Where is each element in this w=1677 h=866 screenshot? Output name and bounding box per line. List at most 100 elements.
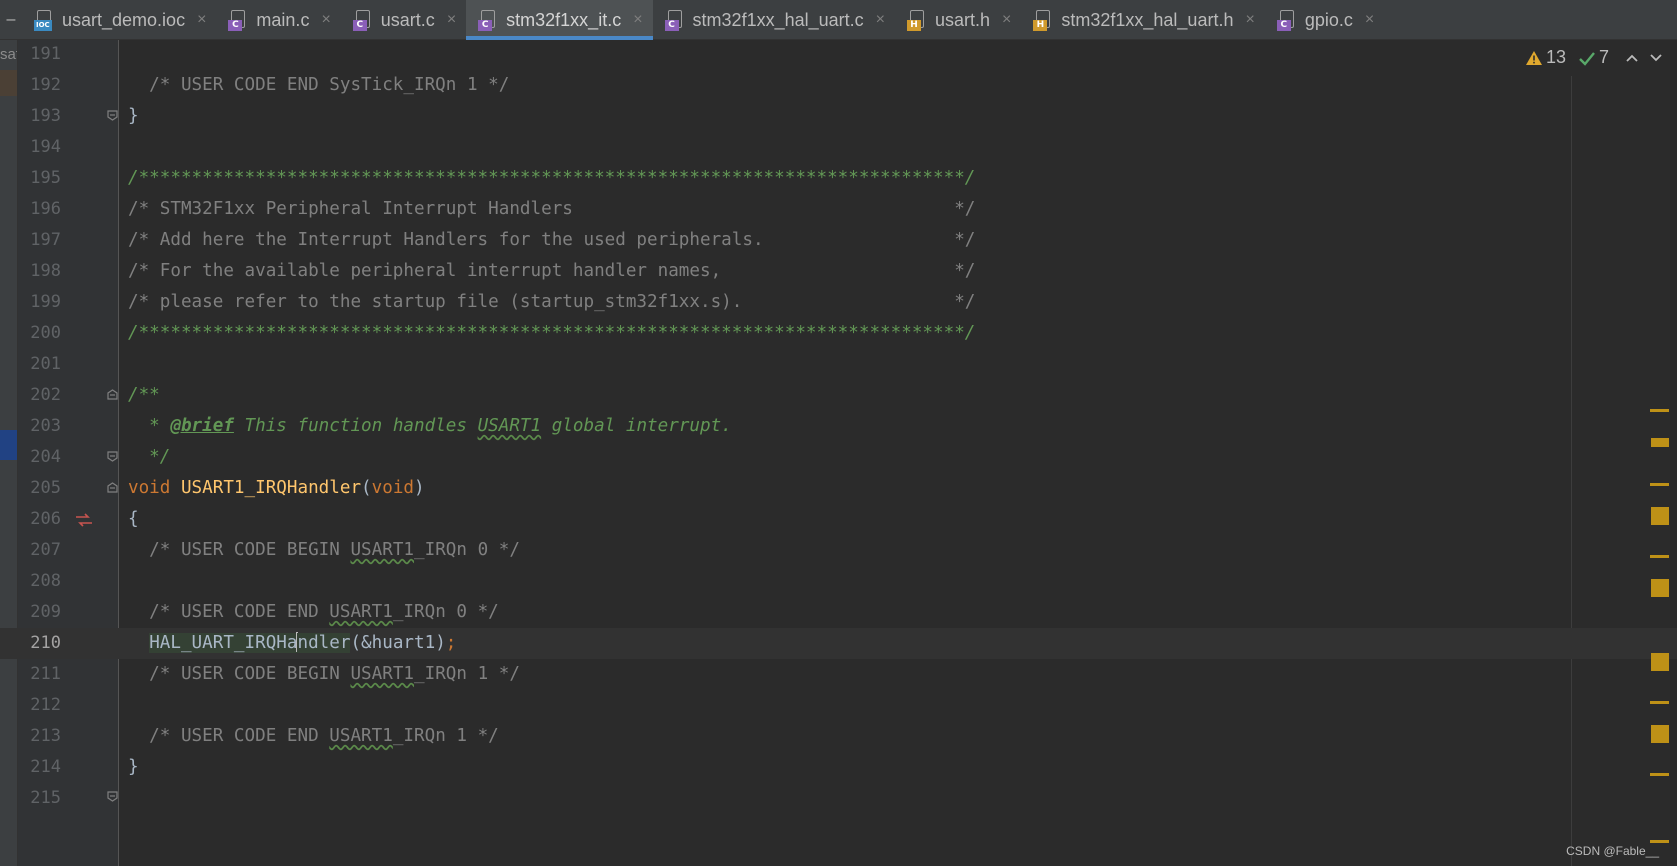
line-number[interactable]: 195: [18, 163, 61, 194]
line-number[interactable]: 198: [18, 256, 61, 287]
code-line[interactable]: 198 /* For the available peripheral inter…: [0, 256, 1677, 287]
tab-usart-h[interactable]: Husart.h ×: [895, 0, 1021, 40]
close-tab-icon[interactable]: ×: [1002, 11, 1011, 29]
line-number[interactable]: 200: [18, 318, 61, 349]
line-number[interactable]: 207: [18, 535, 61, 566]
warning-stripe-mark[interactable]: [1650, 409, 1669, 412]
close-tab-icon[interactable]: ×: [1245, 11, 1254, 29]
code-token: (&huart1): [350, 633, 446, 653]
warning-stripe-mark[interactable]: [1651, 653, 1669, 671]
line-number[interactable]: 215: [18, 783, 61, 814]
close-tab-icon[interactable]: ×: [447, 11, 456, 29]
code-line[interactable]: 196 /* STM32F1xx Peripheral Interrupt Han…: [0, 194, 1677, 225]
code-token: _IRQn 1 */: [414, 664, 520, 684]
code-line[interactable]: 203 * @brief This function handles USART…: [0, 411, 1677, 442]
code-line[interactable]: 214}: [0, 752, 1677, 783]
warning-stripe-mark[interactable]: [1650, 483, 1669, 486]
close-tab-icon[interactable]: ×: [321, 11, 330, 29]
warning-stripe-mark[interactable]: [1651, 507, 1669, 525]
code-text: void USART1_IRQHandler(void): [128, 473, 425, 504]
line-number[interactable]: 205: [18, 473, 61, 504]
warning-stripe-mark[interactable]: [1650, 773, 1669, 776]
collapse-panel-button[interactable]: –: [0, 0, 22, 39]
line-number[interactable]: 201: [18, 349, 61, 380]
warning-triangle-icon: [1525, 50, 1542, 65]
code-line[interactable]: 204 */: [0, 442, 1677, 473]
code-line[interactable]: 208: [0, 566, 1677, 597]
code-token: /***************************************…: [128, 168, 976, 188]
code-line[interactable]: 202 /**: [0, 380, 1677, 411]
fold-start-icon[interactable]: [106, 481, 119, 494]
line-number[interactable]: 206: [18, 504, 61, 535]
tab-stm32f1xx-it-c[interactable]: Cstm32f1xx_it.c ×: [466, 0, 653, 40]
close-tab-icon[interactable]: ×: [197, 11, 206, 29]
code-line[interactable]: 213 /* USER CODE END USART1_IRQn 1 */: [0, 721, 1677, 752]
c-file-icon: C: [352, 9, 373, 31]
line-number[interactable]: 202: [18, 380, 61, 411]
line-number[interactable]: 210: [18, 628, 61, 659]
tab-gpio-c[interactable]: Cgpio.c ×: [1265, 0, 1384, 40]
close-tab-icon[interactable]: ×: [1365, 11, 1374, 29]
tab-main-c[interactable]: Cmain.c ×: [216, 0, 340, 40]
line-number[interactable]: 191: [18, 39, 61, 70]
code-line[interactable]: 207 /* USER CODE BEGIN USART1_IRQn 0 */: [0, 535, 1677, 566]
close-tab-icon[interactable]: ×: [633, 11, 642, 29]
line-number[interactable]: 208: [18, 566, 61, 597]
code-token: USART1: [329, 602, 393, 622]
line-number[interactable]: 193: [18, 101, 61, 132]
warning-stripe-mark[interactable]: [1651, 579, 1669, 597]
code-line[interactable]: 200 /************************************…: [0, 318, 1677, 349]
tab-usart-demo-ioc[interactable]: IOC usart_demo.ioc ×: [22, 0, 216, 40]
tab-stm32f1xx-hal-uart-h[interactable]: Hstm32f1xx_hal_uart.h ×: [1021, 0, 1264, 40]
line-number[interactable]: 214: [18, 752, 61, 783]
line-number[interactable]: 196: [18, 194, 61, 225]
line-number[interactable]: 199: [18, 287, 61, 318]
tab-usart-c[interactable]: Cusart.c ×: [341, 0, 466, 40]
line-number[interactable]: 192: [18, 70, 61, 101]
warning-stripe-mark[interactable]: [1650, 840, 1669, 843]
line-number[interactable]: 197: [18, 225, 61, 256]
inspection-widget[interactable]: 13 7: [1525, 47, 1663, 68]
code-line[interactable]: 205 void USART1_IRQHandler(void): [0, 473, 1677, 504]
weak-warnings-indicator[interactable]: 7: [1578, 47, 1609, 68]
line-number[interactable]: 204: [18, 442, 61, 473]
close-tab-icon[interactable]: ×: [876, 11, 885, 29]
code-token: _IRQn 0 */: [392, 602, 499, 622]
fold-end-icon[interactable]: [106, 450, 119, 463]
line-number[interactable]: 203: [18, 411, 61, 442]
line-number[interactable]: 213: [18, 721, 61, 752]
fold-end-icon[interactable]: [106, 790, 119, 803]
previous-highlight-button[interactable]: [1625, 50, 1639, 66]
code-line[interactable]: 199 /* please refer to the startup file (…: [0, 287, 1677, 318]
code-line[interactable]: 215: [0, 783, 1677, 814]
warning-stripe-mark[interactable]: [1650, 555, 1669, 558]
warnings-indicator[interactable]: 13: [1525, 47, 1566, 68]
tab-stm32f1xx-hal-uart-c[interactable]: Cstm32f1xx_hal_uart.c ×: [653, 0, 895, 40]
code-line[interactable]: 210 HAL_UART_IRQHandler(&huart1);: [0, 628, 1677, 659]
line-number[interactable]: 212: [18, 690, 61, 721]
next-highlight-button[interactable]: [1649, 50, 1663, 66]
warning-stripe-mark[interactable]: [1651, 438, 1669, 447]
go-to-declaration-icon[interactable]: [74, 512, 94, 528]
code-line[interactable]: 193}: [0, 101, 1677, 132]
line-number[interactable]: 194: [18, 132, 61, 163]
code-line[interactable]: 197 /* Add here the Interrupt Handlers fo…: [0, 225, 1677, 256]
code-token: USART1: [477, 416, 542, 436]
code-line[interactable]: 191: [0, 39, 1677, 70]
line-number[interactable]: 211: [18, 659, 61, 690]
code-line[interactable]: 211 /* USER CODE BEGIN USART1_IRQn 1 */: [0, 659, 1677, 690]
warning-stripe-mark[interactable]: [1650, 701, 1669, 704]
code-line[interactable]: 192 /* USER CODE END SysTick_IRQn 1 */: [0, 70, 1677, 101]
warning-stripe-mark[interactable]: [1651, 725, 1669, 743]
code-text: * @brief This function handles USART1 gl…: [128, 411, 732, 442]
code-line[interactable]: 206 {: [0, 504, 1677, 535]
code-line[interactable]: 195 /************************************…: [0, 163, 1677, 194]
code-line[interactable]: 201: [0, 349, 1677, 380]
tab-label: stm32f1xx_hal_uart.h: [1061, 9, 1234, 30]
fold-end-icon[interactable]: [106, 109, 119, 122]
line-number[interactable]: 209: [18, 597, 61, 628]
code-line[interactable]: 212: [0, 690, 1677, 721]
code-line[interactable]: 209 /* USER CODE END USART1_IRQn 0 */: [0, 597, 1677, 628]
code-line[interactable]: 194: [0, 132, 1677, 163]
fold-start-icon[interactable]: [106, 388, 119, 401]
